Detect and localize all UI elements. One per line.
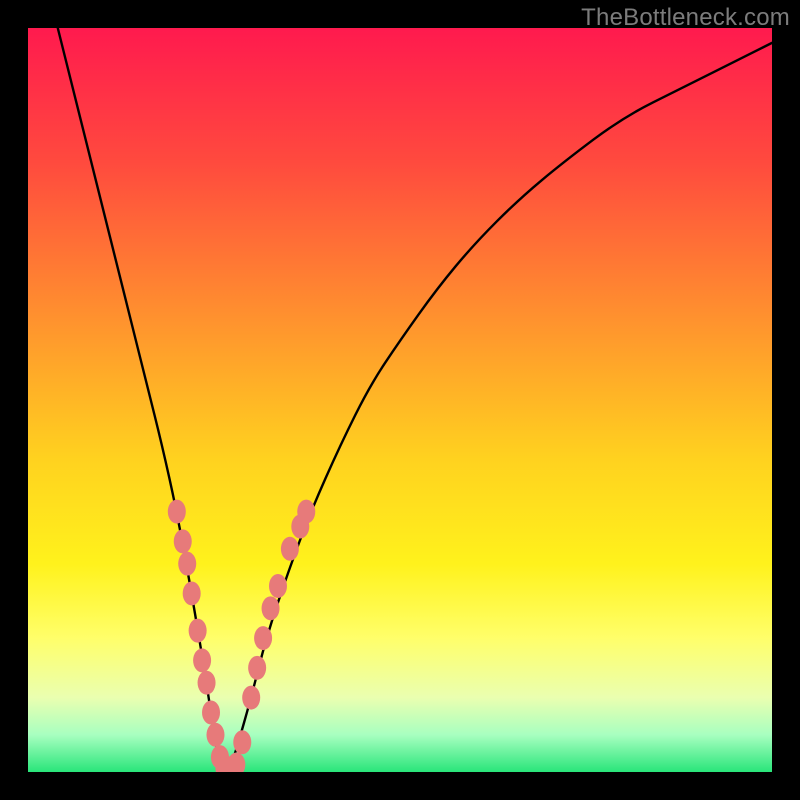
- data-marker: [248, 656, 266, 680]
- data-marker: [168, 500, 186, 524]
- data-marker: [198, 671, 216, 695]
- data-marker: [269, 574, 287, 598]
- data-marker: [297, 500, 315, 524]
- gradient-background: [28, 28, 772, 772]
- data-marker: [202, 700, 220, 724]
- data-marker: [254, 626, 272, 650]
- chart-svg: [28, 28, 772, 772]
- watermark-text: TheBottleneck.com: [581, 4, 790, 32]
- data-marker: [233, 730, 251, 754]
- data-marker: [281, 537, 299, 561]
- data-marker: [178, 552, 196, 576]
- data-marker: [183, 581, 201, 605]
- data-marker: [193, 648, 211, 672]
- data-marker: [262, 596, 280, 620]
- chart-frame: TheBottleneck.com: [0, 0, 800, 800]
- plot-area: [28, 28, 772, 772]
- data-marker: [206, 723, 224, 747]
- data-marker: [189, 619, 207, 643]
- data-marker: [242, 686, 260, 710]
- data-marker: [174, 529, 192, 553]
